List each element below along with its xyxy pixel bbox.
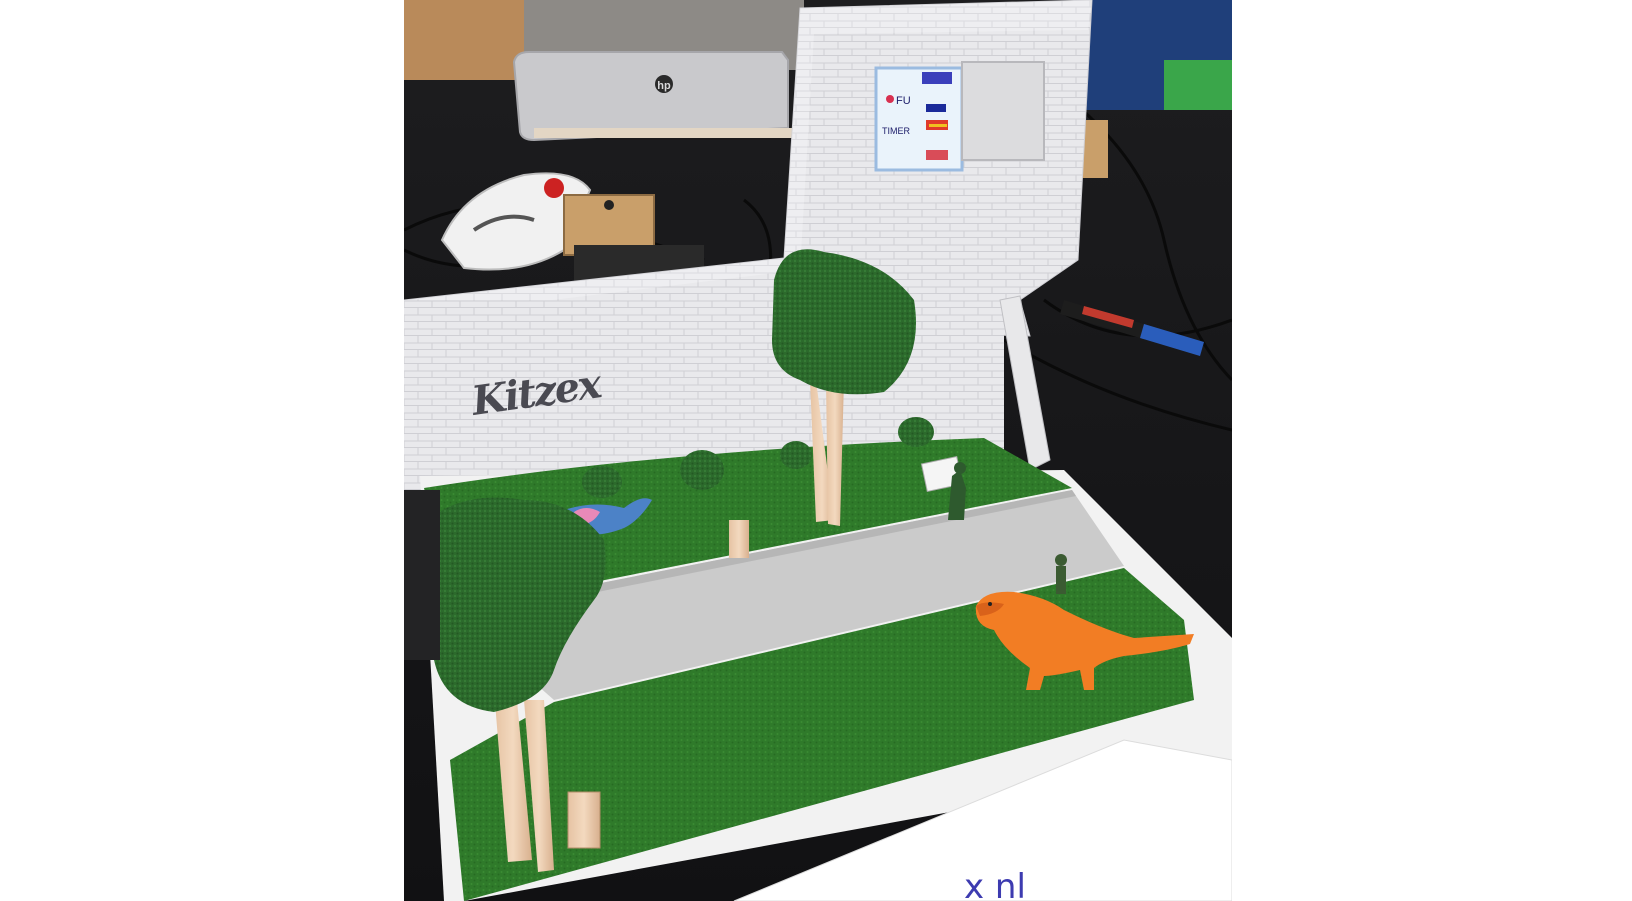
- front-wooden-block: [567, 791, 601, 849]
- toy-soldier: [1055, 554, 1067, 594]
- diorama-photo: hp FU TIMER Kitzex x nl: [404, 0, 1232, 901]
- heart-icon: [886, 95, 894, 103]
- box-hole-icon: [604, 200, 614, 210]
- paper-text: x nl: [964, 867, 1026, 901]
- diorama-scene: hp FU TIMER Kitzex x nl: [404, 0, 1232, 901]
- green-board: [1164, 60, 1232, 110]
- left-device: [404, 490, 440, 660]
- screen-word-fu: FU: [896, 95, 911, 107]
- wooden-block: [729, 520, 749, 558]
- hp-logo-text: hp: [657, 80, 671, 92]
- wall-screen: FU TIMER: [874, 61, 1045, 172]
- screen-word-timer: TIMER: [882, 126, 910, 136]
- photo-canvas: hp FU TIMER Kitzex x nl: [0, 0, 1632, 901]
- wood-floor: [404, 0, 524, 80]
- laptop: hp: [512, 51, 794, 142]
